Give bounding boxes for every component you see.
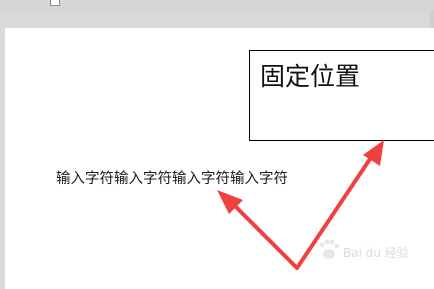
baidu-paw-icon [319,239,340,259]
watermark-text: Bai du 经验 [343,246,409,260]
arrow-to-body-text [217,190,299,270]
screenshot-stage: 固定位置 输入字符输入字符输入字符输入字符 Bai du 经验 [0,0,434,289]
